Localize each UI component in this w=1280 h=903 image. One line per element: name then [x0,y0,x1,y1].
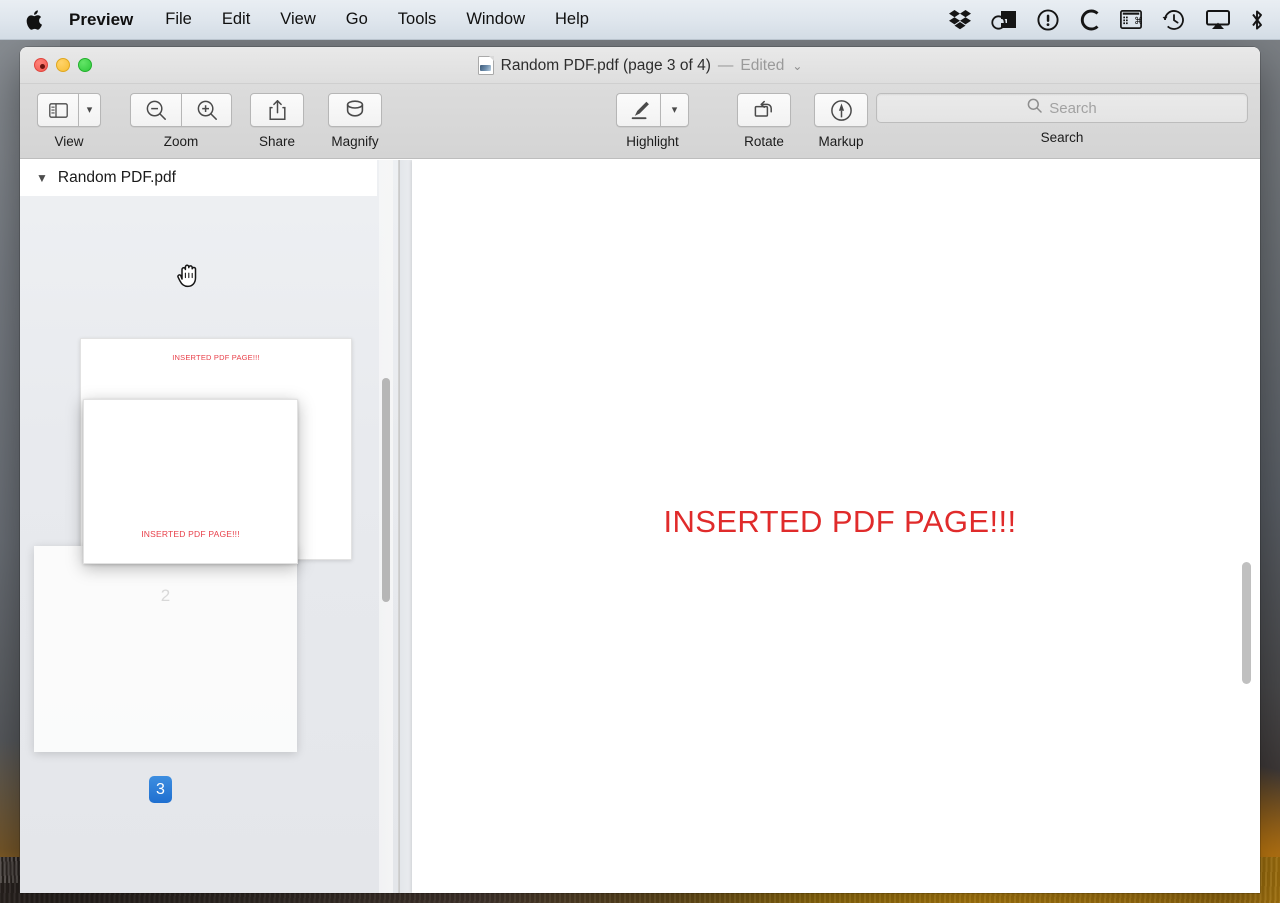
zoom-out-icon[interactable] [130,93,181,127]
preview-window: Random PDF.pdf (page 3 of 4) — Edited ⌄ … [20,47,1260,893]
svg-text:⌘: ⌘ [1134,16,1142,27]
zoom-in-icon[interactable] [181,93,232,127]
markup-pen-icon[interactable] [814,93,868,127]
search-icon [1027,98,1042,118]
window-titlebar[interactable]: Random PDF.pdf (page 3 of 4) — Edited ⌄ [20,47,1260,84]
status-icons: ⌘ [949,8,1280,31]
toolbar-group-highlight: ▾ Highlight [616,93,689,149]
sidebar-scrollbar-thumb[interactable] [382,378,390,602]
bluetooth-icon[interactable] [1250,9,1264,31]
toolbar-group-markup: Markup [814,93,868,149]
window-content: ▼ Random PDF.pdf INSERTED PDF PAGE!!! 2 … [20,160,1260,893]
selected-page-badge: 3 [149,776,172,803]
drag-placeholder-page: 2 [34,546,297,752]
screen-capture-icon[interactable] [991,10,1017,30]
chevron-down-icon[interactable]: ⌄ [792,59,802,73]
pdf-document-icon [477,56,494,75]
toolbar-group-rotate: Rotate [737,93,791,149]
info-circle-icon[interactable] [1037,8,1059,31]
airplay-icon[interactable] [1206,9,1230,30]
sidebar-divider [398,160,400,893]
thumbnail-page-1-text: INSERTED PDF PAGE!!! [172,353,260,362]
share-icon[interactable] [250,93,304,127]
toolbar-group-view: ▾ View [37,93,101,149]
window-title-filename: Random PDF.pdf (page 3 of 4) [500,56,711,74]
menu-item-tools[interactable]: Tools [383,9,452,30]
window-title-separator: — [717,56,734,74]
sidebar-document-name: Random PDF.pdf [57,169,176,186]
menu-bar: Preview File Edit View Go Tools Window H… [0,0,1280,40]
magnify-loupe-icon[interactable] [328,93,382,127]
sidebar-icon[interactable] [37,93,78,127]
window-title-state: Edited [740,56,785,74]
toolbar-label-markup: Markup [818,134,864,149]
menu-item-file[interactable]: File [150,9,207,30]
drag-placeholder-page-number: 2 [160,586,171,605]
document-page-text: INSERTED PDF PAGE!!! [663,503,1017,539]
disclosure-triangle-icon[interactable]: ▼ [36,172,48,184]
window-toolbar: ▾ View Zoom Share Magnify ▾ Highlight Ro… [20,84,1260,159]
time-machine-clock-icon[interactable] [1162,9,1186,31]
toolbar-label-magnify: Magnify [331,134,379,149]
document-page[interactable]: INSERTED PDF PAGE!!! [412,160,1260,893]
highlight-chevron-down-icon[interactable]: ▾ [660,93,689,127]
sidebar-header[interactable]: ▼ Random PDF.pdf [20,160,377,196]
search-input[interactable]: Search [876,93,1248,123]
keyboard-command-icon[interactable]: ⌘ [1120,10,1142,29]
apple-logo-icon[interactable] [26,9,45,31]
toolbar-label-view: View [54,134,84,149]
marker-pen-icon[interactable] [616,93,660,127]
search-placeholder: Search [1049,99,1097,117]
menu-item-help[interactable]: Help [540,9,604,30]
toolbar-group-search: Search Search [876,93,1248,145]
dragged-thumbnail-page[interactable]: INSERTED PDF PAGE!!! [83,399,298,564]
dragged-thumbnail-text: INSERTED PDF PAGE!!! [141,529,240,539]
toolbar-group-share: Share [250,93,304,149]
menu-item-go[interactable]: Go [331,9,383,30]
rotate-icon[interactable] [737,93,791,127]
toolbar-group-zoom: Zoom [130,93,232,149]
toolbar-label-zoom: Zoom [163,134,199,149]
menu-item-window[interactable]: Window [451,9,540,30]
menu-item-preview[interactable]: Preview [63,9,150,30]
menu-item-edit[interactable]: Edit [207,9,265,30]
toolbar-label-search: Search [1040,130,1084,145]
toolbar-group-magnify: Magnify [328,93,382,149]
chrome-c-icon[interactable] [1079,9,1100,31]
toolbar-label-share: Share [258,134,296,149]
menu-items: Preview File Edit View Go Tools Window H… [63,9,604,30]
view-chevron-down-icon[interactable]: ▾ [78,93,101,127]
dropbox-icon[interactable] [949,9,971,30]
document-view[interactable]: INSERTED PDF PAGE!!! [400,160,1260,893]
window-title: Random PDF.pdf (page 3 of 4) — Edited ⌄ [20,47,1260,84]
document-scrollbar-thumb[interactable] [1242,562,1251,684]
toolbar-label-rotate: Rotate [744,134,784,149]
toolbar-label-highlight: Highlight [626,134,679,149]
menu-item-view[interactable]: View [265,9,330,30]
grab-hand-cursor [174,259,204,296]
thumbnail-sidebar[interactable]: ▼ Random PDF.pdf INSERTED PDF PAGE!!! 2 … [20,160,400,893]
